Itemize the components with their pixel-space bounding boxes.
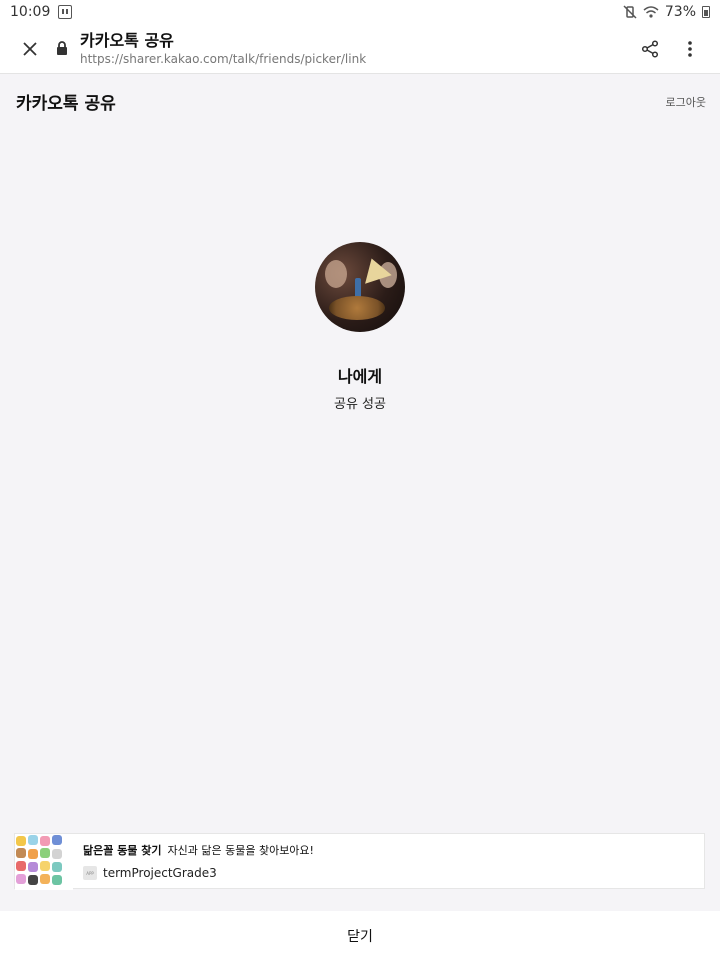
status-bar: 10:09 73% bbox=[0, 0, 720, 24]
status-right: 73% bbox=[623, 4, 710, 20]
twitch-icon bbox=[58, 5, 73, 19]
browser-url: https://sharer.kakao.com/talk/friends/pi… bbox=[80, 51, 367, 66]
status-time: 10:09 bbox=[10, 4, 51, 20]
close-icon[interactable] bbox=[14, 33, 46, 65]
card-app-row: APP termProjectGrade3 bbox=[83, 866, 314, 880]
card-app-name: termProjectGrade3 bbox=[103, 866, 217, 880]
recipient-name: 나에게 bbox=[337, 367, 383, 386]
page-title: 카카오톡 공유 bbox=[16, 94, 116, 114]
address-area[interactable]: 카카오톡 공유 https://sharer.kakao.com/talk/fr… bbox=[80, 31, 626, 67]
mute-vibrate-icon bbox=[623, 5, 637, 19]
card-text: 닮은꼴 동물 찾기 자신과 닮은 동물을 찾아보아요! bbox=[83, 842, 314, 858]
bottom-bar: 닫기 bbox=[0, 911, 720, 961]
lock-icon bbox=[56, 41, 70, 57]
card-title: 닮은꼴 동물 찾기 bbox=[83, 844, 162, 857]
wifi-icon bbox=[643, 6, 659, 18]
app-icon: APP bbox=[83, 866, 97, 880]
share-result-page: 카카오톡 공유 로그아웃 나에게 공유 성공 닮은꼴 동물 찾기 자신과 닮은 … bbox=[0, 75, 720, 911]
share-icon[interactable] bbox=[634, 33, 666, 65]
status-left: 10:09 bbox=[10, 4, 73, 20]
battery-icon bbox=[702, 6, 710, 18]
share-status-text: 공유 성공 bbox=[334, 397, 386, 412]
close-button[interactable]: 닫기 bbox=[327, 918, 393, 954]
shared-link-card[interactable]: 닮은꼴 동물 찾기 자신과 닮은 동물을 찾아보아요! APP termProje… bbox=[14, 833, 705, 890]
browser-page-title: 카카오톡 공유 bbox=[80, 30, 174, 50]
more-vert-icon[interactable] bbox=[674, 33, 706, 65]
logout-link[interactable]: 로그아웃 bbox=[666, 94, 706, 110]
browser-toolbar: 카카오톡 공유 https://sharer.kakao.com/talk/fr… bbox=[0, 24, 720, 74]
card-thumbnail bbox=[15, 834, 73, 890]
card-body: 닮은꼴 동물 찾기 자신과 닮은 동물을 찾아보아요! APP termProje… bbox=[73, 834, 324, 888]
card-description: 자신과 닮은 동물을 찾아보아요! bbox=[167, 844, 314, 857]
battery-percent: 73% bbox=[664, 4, 696, 20]
profile-avatar bbox=[315, 242, 405, 332]
